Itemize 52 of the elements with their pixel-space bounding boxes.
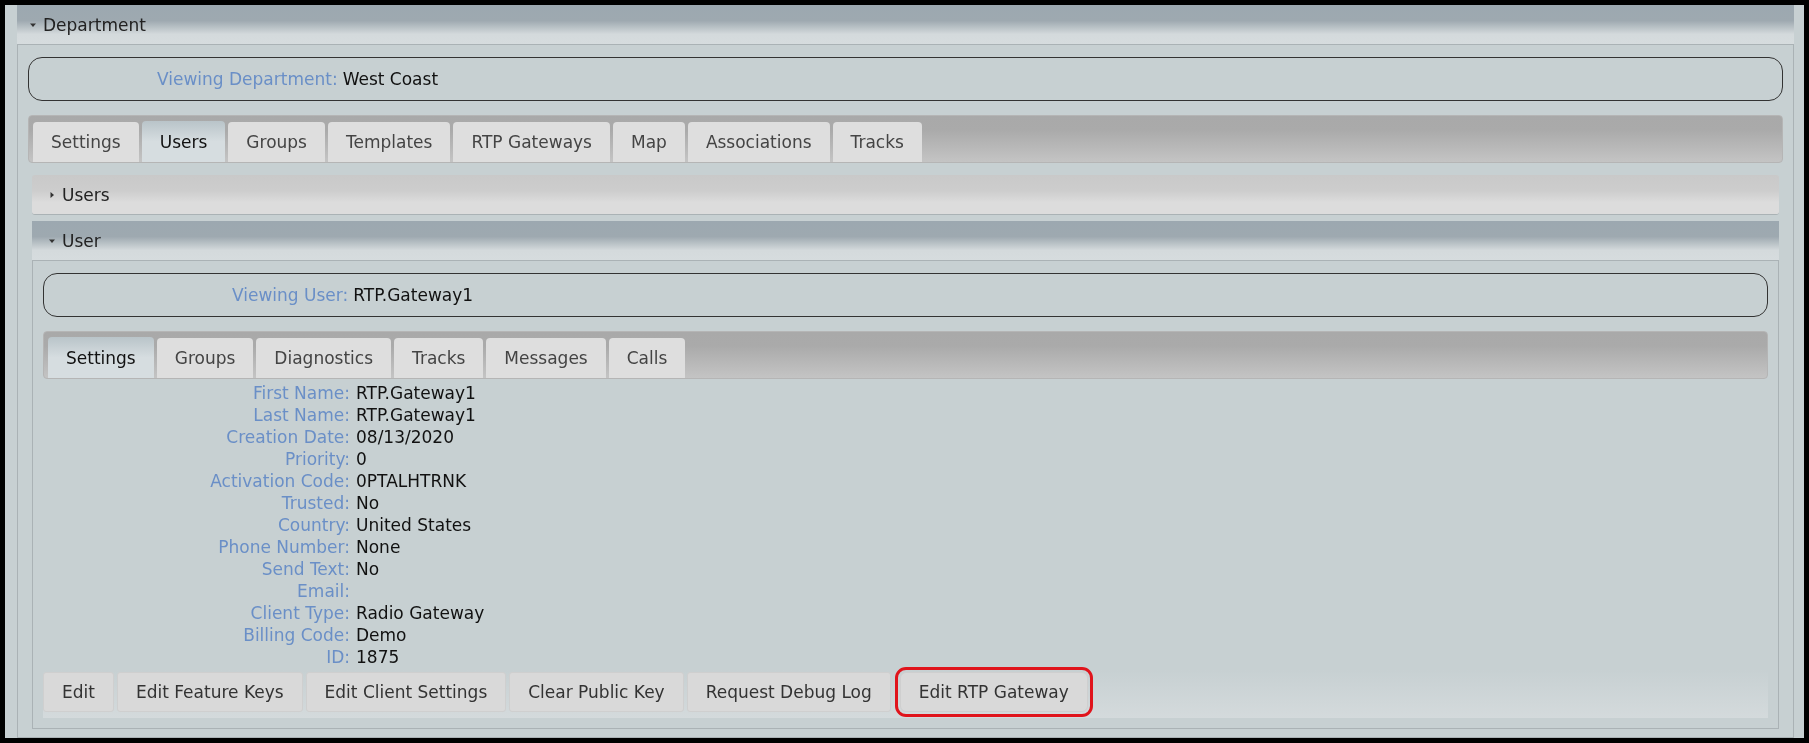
department-tab[interactable]: RTP Gateways: [453, 122, 610, 162]
field-label: Send Text:: [260, 558, 350, 580]
field-label: Activation Code:: [209, 470, 350, 492]
action-button[interactable]: Edit: [43, 672, 114, 712]
field-value: Demo: [356, 624, 408, 646]
user-tab[interactable]: Messages: [486, 338, 606, 378]
field-value: Radio Gateway: [356, 602, 486, 624]
action-button[interactable]: Request Debug Log: [686, 672, 891, 712]
viewing-user-label: Viewing User:: [232, 285, 349, 305]
viewing-department-label: Viewing Department:: [157, 69, 338, 89]
user-tab[interactable]: Groups: [156, 338, 254, 378]
section-header[interactable]: Users: [32, 175, 1779, 215]
field-label: ID:: [325, 646, 350, 668]
user-tab[interactable]: Tracks: [394, 338, 484, 378]
field-label: Creation Date:: [225, 426, 350, 448]
field-label: First Name:: [251, 382, 350, 404]
user-tab[interactable]: Calls: [608, 338, 686, 378]
field-value: 1875: [356, 646, 401, 668]
department-tab[interactable]: Associations: [687, 122, 830, 162]
field-label: Country:: [276, 514, 350, 536]
department-header[interactable]: Department: [17, 5, 1794, 45]
field-value: United States: [356, 514, 473, 536]
user-tab[interactable]: Settings: [48, 337, 154, 378]
caret-right-icon: [48, 190, 56, 199]
action-button[interactable]: Clear Public Key: [509, 672, 684, 712]
field-label: Email:: [296, 580, 350, 602]
department-tab[interactable]: Users: [141, 121, 226, 162]
field-label: Trusted:: [280, 492, 350, 514]
section-header[interactable]: User: [32, 221, 1779, 261]
field-label: Last Name:: [252, 404, 350, 426]
field-value: RTP.Gateway1: [356, 404, 477, 426]
field-label: Client Type:: [249, 602, 350, 624]
department-tab[interactable]: Templates: [327, 122, 451, 162]
user-tab[interactable]: Diagnostics: [256, 338, 391, 378]
field-label: Phone Number:: [217, 536, 350, 558]
field-value: None: [356, 536, 402, 558]
field-value: No: [356, 558, 381, 580]
viewing-department-value: West Coast: [342, 69, 439, 89]
field-value: 0: [356, 448, 368, 470]
field-label: Priority:: [284, 448, 350, 470]
field-value: 08/13/2020: [356, 426, 455, 448]
department-tab[interactable]: Map: [613, 122, 685, 162]
department-tab[interactable]: Groups: [228, 122, 325, 162]
action-button[interactable]: Edit Client Settings: [305, 672, 507, 712]
field-label: Billing Code:: [242, 624, 350, 646]
field-value: 0PTALHTRNK: [356, 470, 468, 492]
field-value: No: [356, 492, 381, 514]
department-tab[interactable]: Settings: [33, 122, 139, 162]
field-value: RTP.Gateway1: [356, 382, 477, 404]
action-button[interactable]: Edit Feature Keys: [116, 672, 303, 712]
viewing-user-value: RTP.Gateway1: [353, 285, 474, 305]
department-tab[interactable]: Tracks: [832, 122, 922, 162]
